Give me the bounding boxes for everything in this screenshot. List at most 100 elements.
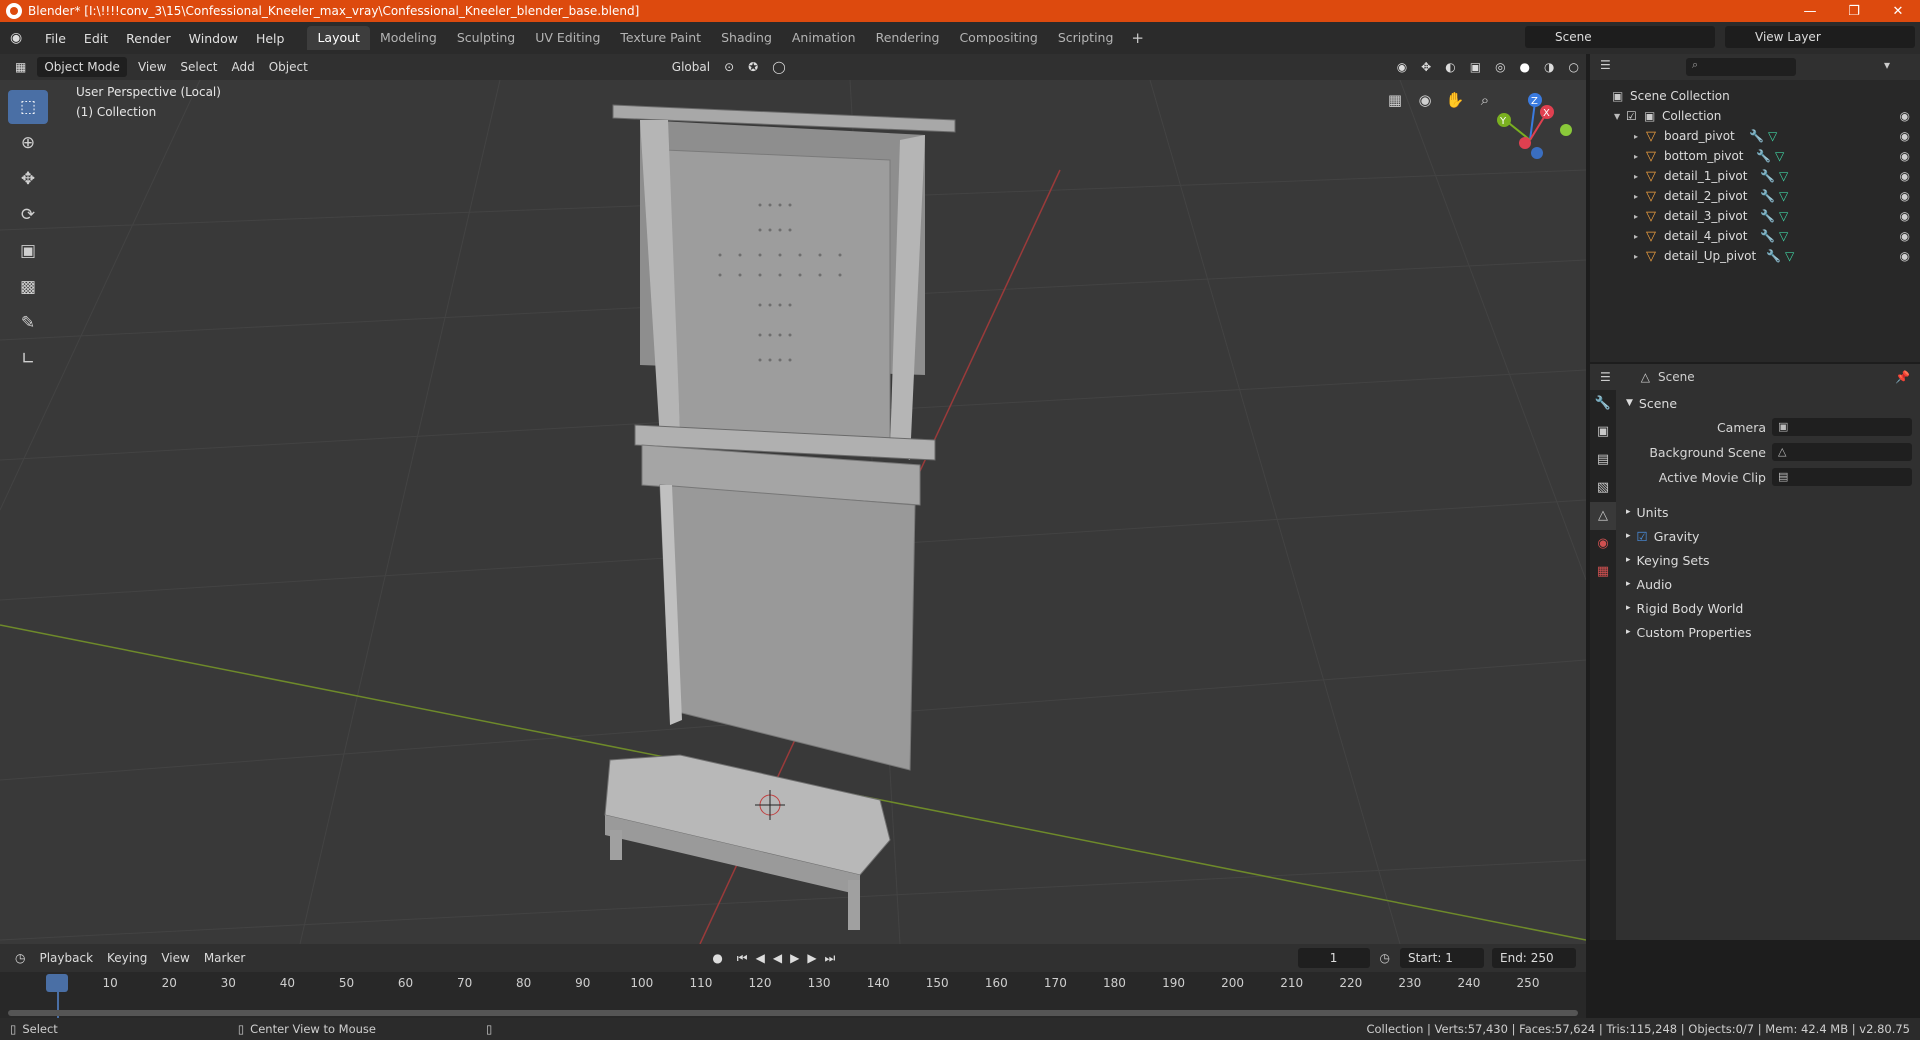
measure-tool-icon[interactable]: ∟ bbox=[8, 342, 48, 376]
editor-type-icon[interactable]: ▦ bbox=[8, 57, 33, 77]
tab-animation[interactable]: Animation bbox=[782, 26, 866, 50]
transform-tool-icon[interactable]: ▩ bbox=[8, 270, 48, 304]
menu-object[interactable]: Object bbox=[262, 57, 315, 77]
section-rigid-body-world[interactable]: ▸ Rigid Body World bbox=[1616, 597, 1920, 619]
outliner-scene-collection[interactable]: ▣ Scene Collection bbox=[1590, 86, 1920, 106]
section-audio[interactable]: ▸ Audio bbox=[1616, 573, 1920, 595]
scene-panel-header[interactable]: ▼ Scene bbox=[1616, 392, 1920, 414]
jump-start-icon[interactable]: ⏮ bbox=[737, 951, 748, 966]
kneeler-model[interactable] bbox=[604, 104, 956, 930]
menu-playback[interactable]: Playback bbox=[32, 948, 100, 968]
clock-icon[interactable]: ◷ bbox=[1380, 951, 1390, 965]
start-frame-field[interactable]: Start: 1 bbox=[1400, 948, 1484, 968]
end-frame-field[interactable]: End: 250 bbox=[1492, 948, 1576, 968]
eye-icon[interactable]: ◉ bbox=[1900, 109, 1910, 123]
visibility-icon[interactable]: ◉ bbox=[1390, 57, 1414, 77]
menu-keying[interactable]: Keying bbox=[100, 948, 154, 968]
minimize-button[interactable]: — bbox=[1788, 0, 1832, 22]
scale-tool-icon[interactable]: ▣ bbox=[8, 234, 48, 268]
record-icon[interactable]: ● bbox=[712, 951, 722, 965]
outliner-editor-icon[interactable]: ☰ bbox=[1600, 58, 1611, 72]
pan-hand-icon[interactable]: ✋ bbox=[1440, 88, 1470, 112]
jump-end-icon[interactable]: ⏭ bbox=[825, 951, 836, 966]
tab-sculpting[interactable]: Sculpting bbox=[447, 26, 525, 50]
tab-modeling[interactable]: Modeling bbox=[370, 26, 447, 50]
movie-clip-field[interactable]: ▤ bbox=[1772, 468, 1912, 486]
next-keyframe-icon[interactable]: ▶ bbox=[807, 951, 816, 965]
3d-viewport[interactable]: Z X Y User Perspective (Local) (1) Colle… bbox=[0, 80, 1586, 944]
snap-icon[interactable]: ✪ bbox=[741, 57, 765, 77]
camera-field[interactable]: ▣ bbox=[1772, 418, 1912, 436]
scene-selector[interactable]: Scene bbox=[1525, 26, 1715, 48]
menu-add[interactable]: Add bbox=[224, 57, 261, 77]
gravity-checkbox[interactable]: ☑ bbox=[1637, 529, 1648, 544]
view-layer-selector[interactable]: View Layer bbox=[1725, 26, 1915, 48]
menu-select[interactable]: Select bbox=[173, 57, 224, 77]
tab-compositing[interactable]: Compositing bbox=[949, 26, 1047, 50]
background-scene-field[interactable]: △ bbox=[1772, 443, 1912, 461]
grid-view-icon[interactable]: ▦ bbox=[1380, 88, 1410, 112]
outliner-search-input[interactable]: ⌕ bbox=[1686, 58, 1796, 76]
eye-icon[interactable]: ◉ bbox=[1900, 149, 1910, 163]
properties-editor-icon[interactable]: ☰ bbox=[1600, 370, 1611, 384]
gizmo-icon[interactable]: ✥ bbox=[1414, 57, 1438, 77]
tab-uv-editing[interactable]: UV Editing bbox=[525, 26, 610, 50]
world-tab-icon[interactable]: ◉ bbox=[1590, 530, 1616, 558]
zoom-icon[interactable]: ⌕ bbox=[1470, 88, 1500, 112]
pin-icon[interactable]: 📌 bbox=[1895, 370, 1910, 384]
eye-icon[interactable]: ◉ bbox=[1900, 249, 1910, 263]
tool-tab-icon[interactable]: 🔧 bbox=[1590, 390, 1616, 418]
camera-view-icon[interactable]: ◉ bbox=[1410, 88, 1440, 112]
tab-shading[interactable]: Shading bbox=[711, 26, 782, 50]
outliner-object-row[interactable]: ▸ ▽ detail_3_pivot 🔧 ▽ ◉ bbox=[1590, 206, 1920, 226]
checkbox-icon[interactable]: ☑ bbox=[1626, 109, 1644, 123]
annotate-tool-icon[interactable]: ✎ bbox=[8, 306, 48, 340]
menu-file[interactable]: File bbox=[36, 31, 75, 46]
scene-tab-icon[interactable]: △ bbox=[1590, 502, 1616, 530]
current-frame-marker[interactable] bbox=[46, 974, 68, 992]
menu-view[interactable]: View bbox=[131, 57, 173, 77]
wireframe-shading-icon[interactable]: ◎ bbox=[1488, 57, 1512, 77]
tab-layout[interactable]: Layout bbox=[307, 26, 370, 50]
timeline-editor-icon[interactable]: ◷ bbox=[8, 948, 32, 968]
section-units[interactable]: ▸ Units bbox=[1616, 501, 1920, 523]
render-tab-icon[interactable]: ▣ bbox=[1590, 418, 1616, 446]
eye-icon[interactable]: ◉ bbox=[1900, 189, 1910, 203]
tab-texture-paint[interactable]: Texture Paint bbox=[610, 26, 711, 50]
texture-tab-icon[interactable]: ▦ bbox=[1590, 558, 1616, 586]
select-box-tool-icon[interactable]: ⬚ bbox=[8, 90, 48, 124]
timeline[interactable]: 1102030405060708090100110120130140150160… bbox=[0, 972, 1586, 1018]
navigation-gizmo[interactable]: Z X Y bbox=[1497, 93, 1572, 159]
menu-edit[interactable]: Edit bbox=[75, 31, 117, 46]
section-keying-sets[interactable]: ▸ Keying Sets bbox=[1616, 549, 1920, 571]
overlay-icon[interactable]: ◐ bbox=[1438, 57, 1462, 77]
move-tool-icon[interactable]: ✥ bbox=[8, 162, 48, 196]
menu-help[interactable]: Help bbox=[247, 31, 294, 46]
rendered-shading-icon[interactable]: ○ bbox=[1562, 57, 1586, 77]
eye-icon[interactable]: ◉ bbox=[1900, 129, 1910, 143]
timeline-scrollbar[interactable] bbox=[8, 1010, 1578, 1016]
eye-icon[interactable]: ◉ bbox=[1900, 169, 1910, 183]
rotate-tool-icon[interactable]: ⟳ bbox=[8, 198, 48, 232]
prev-keyframe-icon[interactable]: ◀ bbox=[756, 951, 765, 965]
menu-marker[interactable]: Marker bbox=[197, 948, 252, 968]
output-tab-icon[interactable]: ▤ bbox=[1590, 446, 1616, 474]
outliner-object-row[interactable]: ▸ ▽ detail_Up_pivot 🔧 ▽ ◉ bbox=[1590, 246, 1920, 266]
section-gravity[interactable]: ▸ ☑ Gravity bbox=[1616, 525, 1920, 547]
menu-window[interactable]: Window bbox=[180, 31, 247, 46]
proportional-edit-icon[interactable]: ◯ bbox=[765, 57, 792, 77]
view-layer-tab-icon[interactable]: ▧ bbox=[1590, 474, 1616, 502]
play-icon[interactable]: ▶ bbox=[790, 951, 799, 965]
outliner-object-row[interactable]: ▸ ▽ bottom_pivot 🔧 ▽ ◉ bbox=[1590, 146, 1920, 166]
restore-button[interactable]: ❐ bbox=[1832, 0, 1876, 22]
add-workspace-icon[interactable]: + bbox=[1123, 29, 1152, 47]
filter-icon[interactable]: ▾ bbox=[1884, 58, 1890, 72]
menu-timeline-view[interactable]: View bbox=[154, 948, 196, 968]
material-shading-icon[interactable]: ◑ bbox=[1537, 57, 1561, 77]
xray-icon[interactable]: ▣ bbox=[1463, 57, 1488, 77]
pivot-icon[interactable]: ⊙ bbox=[717, 57, 741, 77]
section-custom-properties[interactable]: ▸ Custom Properties bbox=[1616, 621, 1920, 643]
cursor-tool-icon[interactable]: ⊕ bbox=[8, 126, 48, 160]
blender-menu-icon[interactable]: ◉ bbox=[10, 30, 26, 46]
tab-rendering[interactable]: Rendering bbox=[866, 26, 950, 50]
